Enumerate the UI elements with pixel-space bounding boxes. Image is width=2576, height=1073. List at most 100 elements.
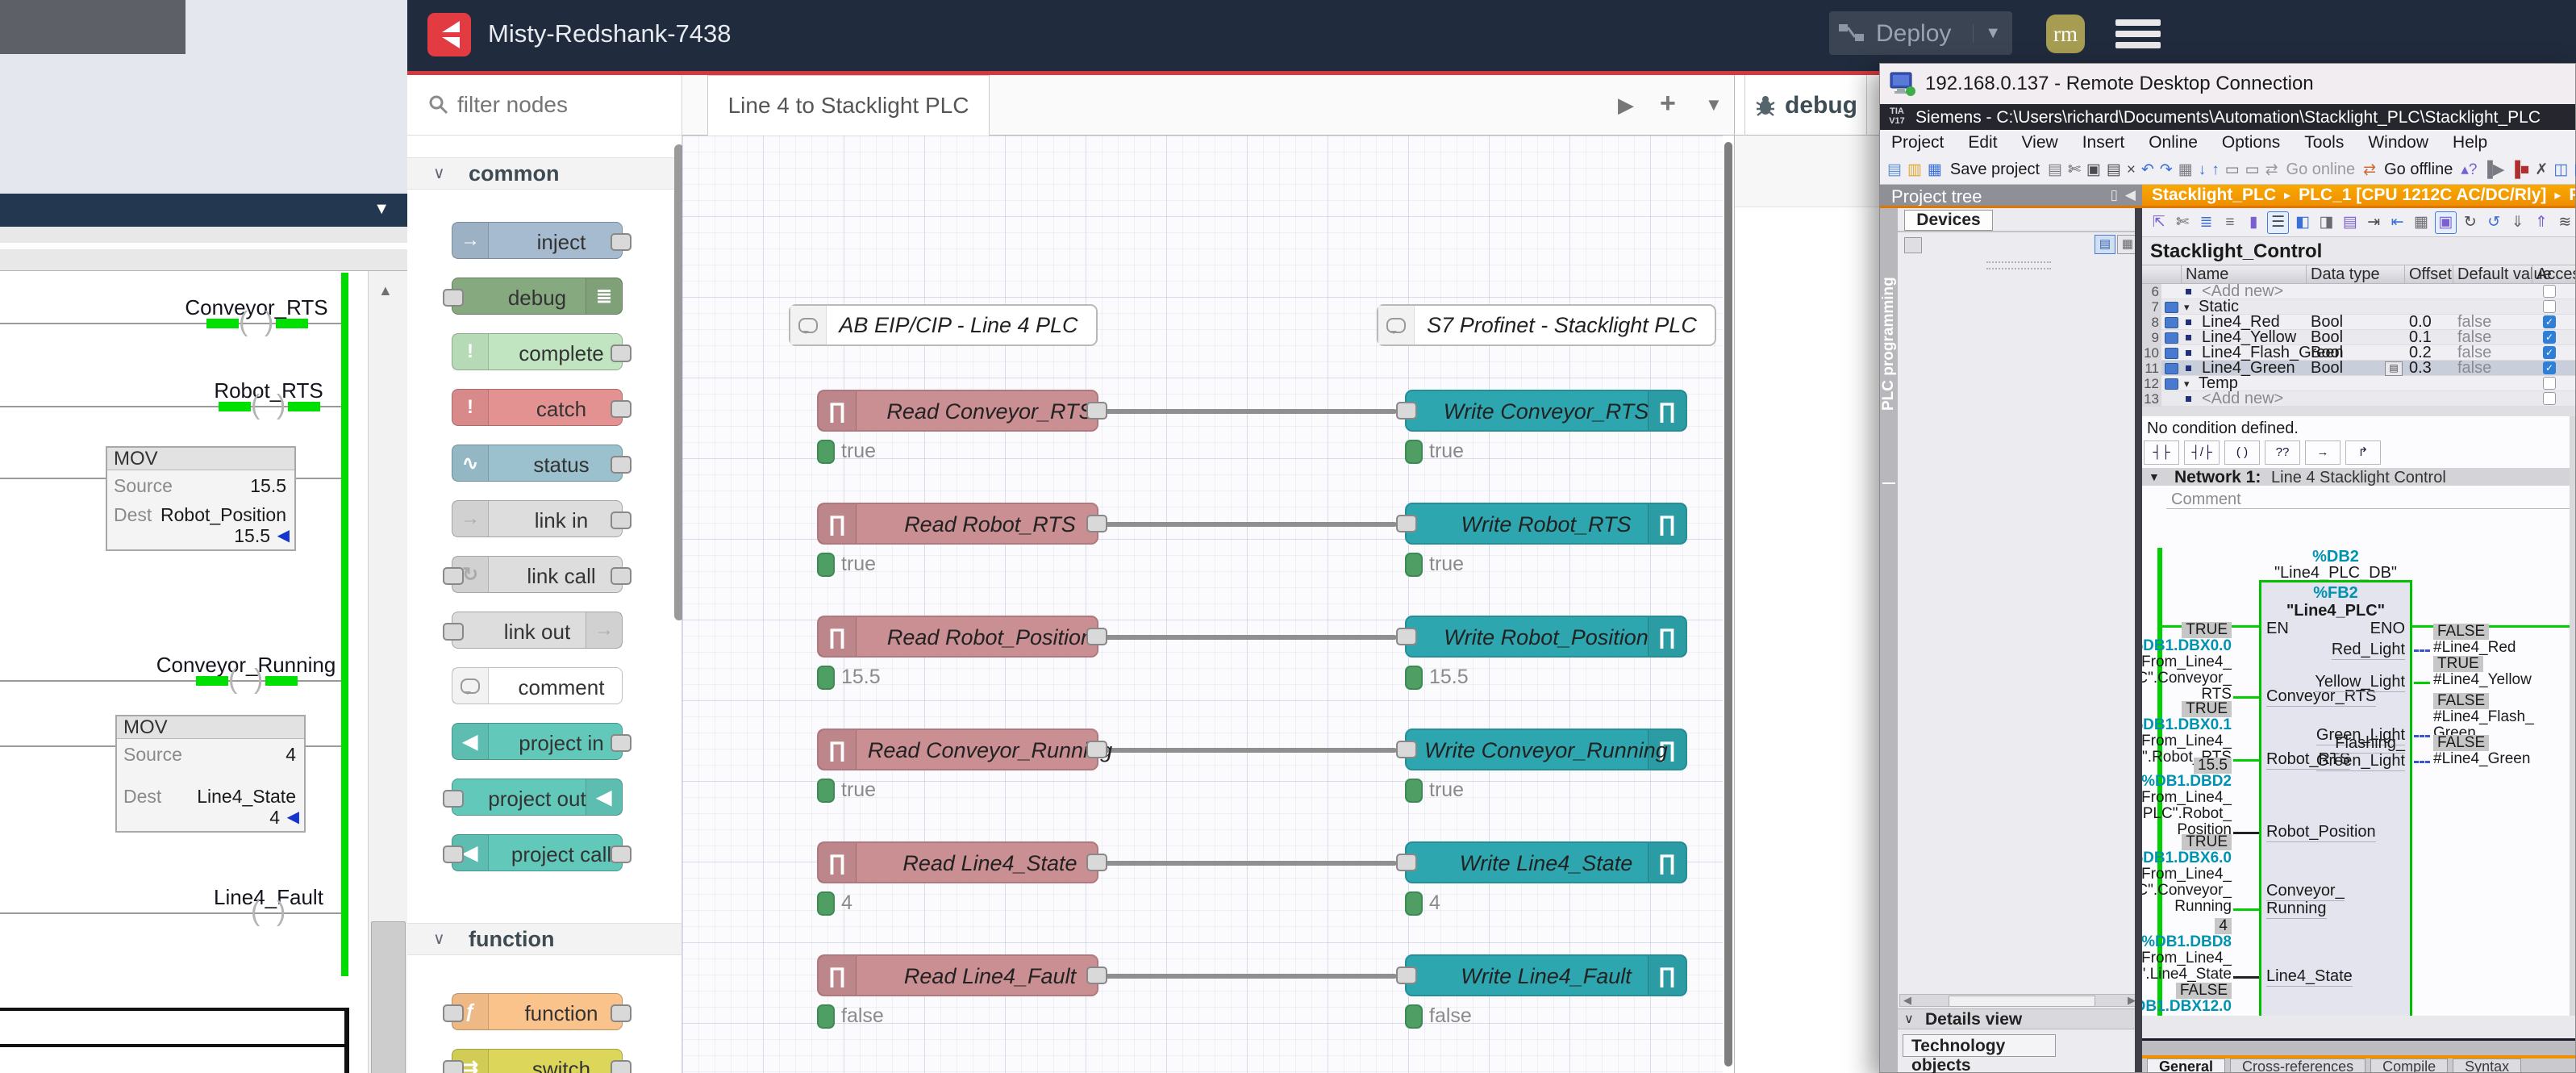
comment-node[interactable]: AB EIP/CIP - Line 4 PLC	[789, 304, 1098, 346]
input-port[interactable]	[1396, 628, 1417, 645]
palette-node-link-call[interactable]: ↻link call	[452, 556, 623, 593]
bottom-tab-cross-references[interactable]: Cross-references	[2230, 1058, 2366, 1072]
run-flows-icon[interactable]: ▶	[1618, 93, 1634, 118]
breadcrumb-item[interactable]: Stacklight_PLC	[2152, 186, 2276, 205]
copy-icon[interactable]: ▣	[2086, 159, 2102, 182]
input-port[interactable]	[443, 1060, 464, 1073]
undo-icon[interactable]: ↶	[2140, 159, 2155, 182]
output-port[interactable]	[611, 400, 631, 418]
editor-tool-icon-14[interactable]: ↺	[2483, 212, 2503, 233]
mov-block[interactable]: MOVSource4DestLine4_State4◀	[115, 715, 306, 833]
save-project-label[interactable]: Save project	[1950, 161, 2040, 179]
write-node[interactable]: ∏Write Robot_Position	[1405, 616, 1687, 658]
tab-list-caret-icon[interactable]: ▼	[1705, 94, 1723, 115]
rdp-titlebar[interactable]: 192.168.0.137 - Remote Desktop Connectio…	[1880, 64, 2575, 105]
open-branch-icon[interactable]: →	[2305, 440, 2340, 465]
editor-tool-icon-15[interactable]: ⇓	[2507, 212, 2528, 233]
go-online-icon[interactable]: ⇄	[2265, 159, 2279, 182]
var-col-4[interactable]: Accessibl	[2536, 267, 2575, 282]
flow-canvas[interactable]: AB EIP/CIP - Line 4 PLCS7 Profinet - Sta…	[682, 136, 1723, 1073]
input-port[interactable]	[443, 790, 464, 808]
input-port[interactable]	[1396, 515, 1417, 532]
output-port[interactable]	[1086, 741, 1107, 758]
empty-box-icon[interactable]: ??	[2265, 440, 2300, 465]
scroll-left-icon[interactable]: ◀	[1903, 994, 1911, 1007]
go-offline-icon[interactable]: ⇄	[2362, 159, 2377, 182]
palette-node-function[interactable]: ƒfunction	[452, 993, 623, 1030]
palette-node-debug[interactable]: ≣debug	[452, 278, 623, 315]
editor-tool-icon-11[interactable]: ▦	[2411, 212, 2431, 233]
menu-tools[interactable]: Tools	[2304, 133, 2344, 152]
write-node[interactable]: ∏Write Conveyor_Running	[1405, 729, 1687, 770]
diagnostics-icon[interactable]: ▴?	[2460, 159, 2478, 182]
output-port[interactable]	[1086, 402, 1107, 420]
coil-symbol[interactable]: )	[254, 664, 263, 695]
read-node[interactable]: ∏Read Conveyor_RTS	[817, 390, 1098, 432]
menu-help[interactable]: Help	[2453, 133, 2487, 152]
editor-tool-icon-0[interactable]: ⇱	[2149, 212, 2169, 233]
editor-tool-icon-9[interactable]: ⇥	[2364, 212, 2384, 233]
canvas-scroll-thumb[interactable]	[1724, 142, 1732, 1067]
print-icon[interactable]: ▤	[2047, 159, 2063, 182]
menu-insert[interactable]: Insert	[2082, 133, 2125, 152]
new-project-icon[interactable]: ▤	[1886, 159, 1903, 182]
palette-search-input[interactable]	[456, 88, 661, 122]
write-node[interactable]: ∏Write Line4_State	[1405, 841, 1687, 883]
no-contact-icon[interactable]: ┤├	[2144, 440, 2179, 465]
editor-tool-icon-5[interactable]: ☰	[2267, 211, 2289, 234]
output-port[interactable]	[611, 1060, 631, 1073]
editor-tool-icon-16[interactable]: ⇑	[2531, 212, 2551, 233]
input-port[interactable]	[1396, 967, 1417, 984]
type-dropdown-button[interactable]: ▤	[2385, 361, 2403, 376]
palette-node-switch[interactable]: ⇉switch	[452, 1049, 623, 1073]
download-to-device-icon[interactable]: ↓	[2198, 159, 2207, 182]
breadcrumb-item[interactable]: PLC_1 [CPU 1212C AC/DC/Rly]	[2299, 186, 2546, 205]
var-col-2[interactable]: Offset	[2409, 267, 2452, 282]
coil-symbol[interactable]: (	[228, 664, 237, 695]
editor-tool-icon-2[interactable]: ≣	[2196, 212, 2216, 233]
add-tab-icon[interactable]: +	[1660, 88, 1676, 119]
mov-block[interactable]: MOVSource15.5DestRobot_Position15.5◀	[106, 446, 296, 551]
tree-collapse-icon[interactable]: ◀	[2125, 187, 2136, 203]
menu-edit[interactable]: Edit	[1968, 133, 1997, 152]
stop-sim-icon[interactable]: ▐■	[2508, 159, 2530, 182]
editor-tool-icon-7[interactable]: ◨	[2316, 212, 2336, 233]
editor-tool-icon-8[interactable]: ▤	[2340, 212, 2360, 233]
palette-category-function[interactable]: ∨function	[407, 923, 682, 955]
output-port[interactable]	[611, 456, 631, 474]
editor-tool-icon-3[interactable]: ≡	[2220, 212, 2240, 233]
deploy-caret-icon[interactable]: ▼	[1973, 24, 2001, 43]
bottom-tab-syntax[interactable]: Syntax	[2453, 1058, 2521, 1072]
accessible-checkbox[interactable]: ✓	[2543, 361, 2556, 374]
var-row-13[interactable]: 13<Add new>	[2142, 391, 2575, 407]
save-project-icon[interactable]: ▦	[1927, 159, 1943, 182]
read-node[interactable]: ∏Read Conveyor_Running	[817, 729, 1098, 770]
bottom-tab-compile[interactable]: Compile	[2370, 1058, 2448, 1072]
palette-node-inject[interactable]: →inject	[452, 222, 623, 259]
palette-node-project-in[interactable]: ◀project in	[452, 723, 623, 760]
menu-options[interactable]: Options	[2222, 133, 2280, 152]
canvas-scrollbar[interactable]	[1723, 136, 1734, 1073]
hamburger-menu-icon[interactable]	[2115, 19, 2161, 52]
accessible-checkbox[interactable]	[2543, 392, 2556, 405]
workspace-tab[interactable]: Line 4 to Stacklight PLC	[707, 75, 990, 136]
accessible-checkbox[interactable]: ✓	[2543, 315, 2556, 328]
output-port[interactable]	[611, 511, 631, 529]
palette-node-project-call[interactable]: ◀project call	[452, 834, 623, 871]
group-caret-icon[interactable]: ▾	[2184, 299, 2190, 315]
editor-tool-icon-10[interactable]: ⇤	[2387, 212, 2407, 233]
output-port[interactable]	[611, 344, 631, 362]
accessible-checkbox[interactable]	[2543, 300, 2556, 313]
deploy-button[interactable]: Deploy ▼	[1829, 11, 2012, 55]
input-port[interactable]	[443, 623, 464, 641]
stop-cpu-icon[interactable]: ▭	[2245, 159, 2261, 182]
split-h-icon[interactable]: ◫	[2553, 159, 2569, 182]
accessible-checkbox[interactable]: ✓	[2543, 331, 2556, 344]
tia-titlebar[interactable]: TIAV17 Siemens - C:\Users\richard\Docume…	[1880, 104, 2575, 130]
menu-online[interactable]: Online	[2149, 133, 2198, 152]
output-port[interactable]	[1086, 515, 1107, 532]
read-node[interactable]: ∏Read Robot_Position	[817, 616, 1098, 658]
editor-tool-icon-17[interactable]: ≋	[2555, 212, 2575, 233]
open-project-icon[interactable]: ▥	[1907, 159, 1923, 182]
write-node[interactable]: ∏Write Line4_Fault	[1405, 954, 1687, 996]
